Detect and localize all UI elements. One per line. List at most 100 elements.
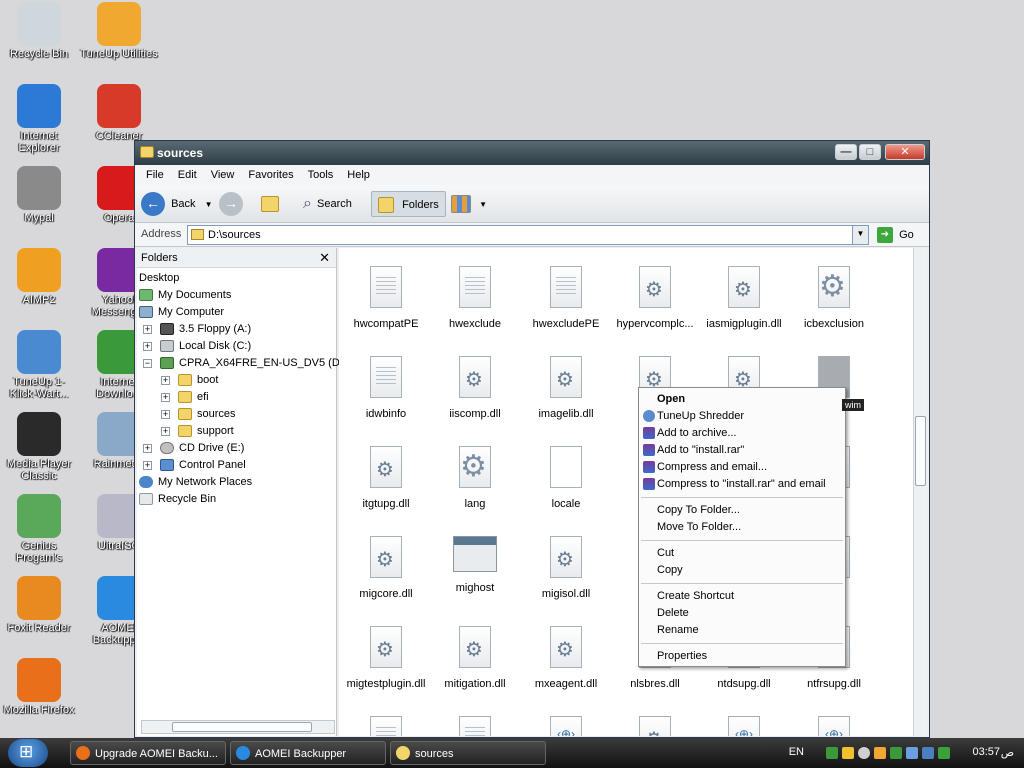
file-item[interactable]: mitigation.dll xyxy=(430,626,520,690)
desktop-icon[interactable]: TuneUp Utilities xyxy=(80,2,158,60)
expand-icon[interactable]: + xyxy=(143,341,152,351)
file-item[interactable]: mxeagent.dll xyxy=(521,626,611,690)
tree-item[interactable]: + efi xyxy=(161,389,209,406)
context-menu-item[interactable]: Compress and email... xyxy=(657,459,767,475)
up-folder-button[interactable] xyxy=(261,191,284,217)
file-item[interactable]: imagelib.dll xyxy=(521,356,611,420)
file-item[interactable]: hwexclude xyxy=(430,266,520,330)
clock[interactable]: 03:57 xyxy=(972,746,1000,758)
tuneup-tray-icon[interactable] xyxy=(874,747,886,759)
file-item[interactable] xyxy=(699,716,789,736)
vertical-scrollbar[interactable] xyxy=(913,248,927,736)
expand-icon[interactable]: + xyxy=(143,460,152,470)
go-button[interactable]: ➜ Go xyxy=(877,226,914,244)
expand-icon[interactable]: + xyxy=(161,375,170,385)
back-button[interactable]: ← Back ▼ xyxy=(141,191,213,217)
tray-icon[interactable] xyxy=(858,747,870,759)
close-button[interactable]: ✕ xyxy=(885,144,925,160)
file-item[interactable]: icbexclusion xyxy=(789,266,879,330)
context-menu-item[interactable]: Compress to "install.rar" and email xyxy=(657,476,826,492)
horizontal-scrollbar[interactable] xyxy=(141,720,335,734)
file-item[interactable] xyxy=(430,716,520,736)
file-item[interactable]: itgtupg.dll xyxy=(341,446,431,510)
taskbar-button[interactable]: AOMEI Backupper xyxy=(230,741,386,765)
file-item[interactable] xyxy=(521,716,611,736)
file-item[interactable]: locale xyxy=(521,446,611,510)
maximize-button[interactable]: □ xyxy=(859,144,881,160)
file-item[interactable]: migtestplugin.dll xyxy=(341,626,431,690)
desktop-icon[interactable]: Internet Explorer xyxy=(0,84,78,154)
tree-item[interactable]: Desktop xyxy=(139,270,179,287)
context-menu-item[interactable]: Copy To Folder... xyxy=(657,502,740,518)
context-menu-item[interactable]: Cut xyxy=(657,545,674,561)
tree-item[interactable]: + Local Disk (C:) xyxy=(143,338,251,355)
menu-edit[interactable]: Edit xyxy=(178,169,197,181)
expand-icon[interactable]: + xyxy=(143,443,152,453)
volume-icon[interactable] xyxy=(922,747,934,759)
address-input[interactable]: D:\sources ▼ xyxy=(187,225,869,245)
context-menu-item[interactable]: Rename xyxy=(657,622,699,638)
tree-item[interactable]: +3.5 Floppy (A:) xyxy=(143,321,251,338)
tree-item[interactable]: Recycle Bin xyxy=(139,491,216,508)
file-item[interactable]: idwbinfo xyxy=(341,356,431,420)
tray-icon[interactable] xyxy=(842,747,854,759)
tree-item[interactable]: + CD Drive (E:) xyxy=(143,440,244,457)
minimize-button[interactable]: — xyxy=(835,144,857,160)
menu-tools[interactable]: Tools xyxy=(308,169,334,181)
start-button[interactable] xyxy=(8,739,48,767)
tree-item[interactable]: My Computer xyxy=(139,304,224,321)
desktop-icon[interactable]: AIMP2 xyxy=(0,248,78,306)
expand-icon[interactable]: + xyxy=(143,324,152,334)
window-titlebar[interactable]: sources — □ ✕ xyxy=(135,141,929,165)
search-button[interactable]: ⌕ Search xyxy=(303,191,352,217)
desktop-icon[interactable]: Mozilla Firefox xyxy=(0,658,78,716)
language-indicator[interactable]: EN xyxy=(789,746,804,758)
file-item[interactable] xyxy=(789,716,879,736)
tree-item[interactable]: − CPRA_X64FRE_EN-US_DV5 (D:) xyxy=(143,355,347,372)
context-menu-item[interactable]: Add to archive... xyxy=(657,425,737,441)
context-menu-item[interactable]: Create Shortcut xyxy=(657,588,734,604)
context-menu-item[interactable]: Delete xyxy=(657,605,689,621)
file-item[interactable]: iasmigplugin.dll xyxy=(699,266,789,330)
file-item[interactable]: migisol.dll xyxy=(521,536,611,600)
folders-button[interactable]: Folders xyxy=(371,191,446,217)
file-item[interactable]: iiscomp.dll xyxy=(430,356,520,420)
desktop-icon[interactable]: CCleaner xyxy=(80,84,158,142)
taskbar-button[interactable]: Upgrade AOMEI Backu... xyxy=(70,741,226,765)
context-menu-item[interactable]: Properties xyxy=(657,648,707,664)
tree-item[interactable]: My Documents xyxy=(139,287,231,304)
desktop-icon[interactable]: Recycle Bin xyxy=(0,2,78,60)
menu-view[interactable]: View xyxy=(211,169,235,181)
desktop-icon[interactable]: Mypal xyxy=(0,166,78,224)
file-item[interactable]: migcore.dll xyxy=(341,536,431,600)
tree-item[interactable]: + Control Panel xyxy=(143,457,246,474)
tree-item[interactable]: + boot xyxy=(161,372,218,389)
tray-icon[interactable] xyxy=(826,747,838,759)
tray-icon[interactable] xyxy=(890,747,902,759)
menu-file[interactable]: File xyxy=(146,169,164,181)
expand-icon[interactable]: + xyxy=(161,409,170,419)
desktop-icon[interactable]: Foxit Reader xyxy=(0,576,78,634)
scroll-thumb[interactable] xyxy=(915,416,926,486)
address-dropdown-icon[interactable]: ▼ xyxy=(852,226,868,244)
file-item[interactable] xyxy=(341,716,431,736)
expand-icon[interactable]: + xyxy=(161,392,170,402)
context-menu-item[interactable]: Add to "install.rar" xyxy=(657,442,744,458)
context-menu-item[interactable]: Move To Folder... xyxy=(657,519,741,535)
expand-icon[interactable]: + xyxy=(161,426,170,436)
tree-item[interactable]: My Network Places xyxy=(139,474,252,491)
tree-item[interactable]: + support xyxy=(161,423,234,440)
context-menu-item[interactable]: Copy xyxy=(657,562,683,578)
desktop-icon[interactable]: Genius Progam's xyxy=(0,494,78,564)
file-item[interactable]: hwcompatPE xyxy=(341,266,431,330)
network-icon[interactable] xyxy=(938,747,950,759)
desktop-icon[interactable]: Media Player Classic xyxy=(0,412,78,482)
menu-favorites[interactable]: Favorites xyxy=(248,169,293,181)
tray-icon[interactable] xyxy=(906,747,918,759)
file-item[interactable] xyxy=(610,716,700,736)
forward-button[interactable]: → xyxy=(219,191,243,217)
context-menu-item[interactable]: TuneUp Shredder xyxy=(657,408,744,424)
close-pane-icon[interactable]: ✕ xyxy=(319,248,330,268)
file-item[interactable]: hypervcomplc... xyxy=(610,266,700,330)
views-button[interactable]: ▼ xyxy=(451,191,487,217)
